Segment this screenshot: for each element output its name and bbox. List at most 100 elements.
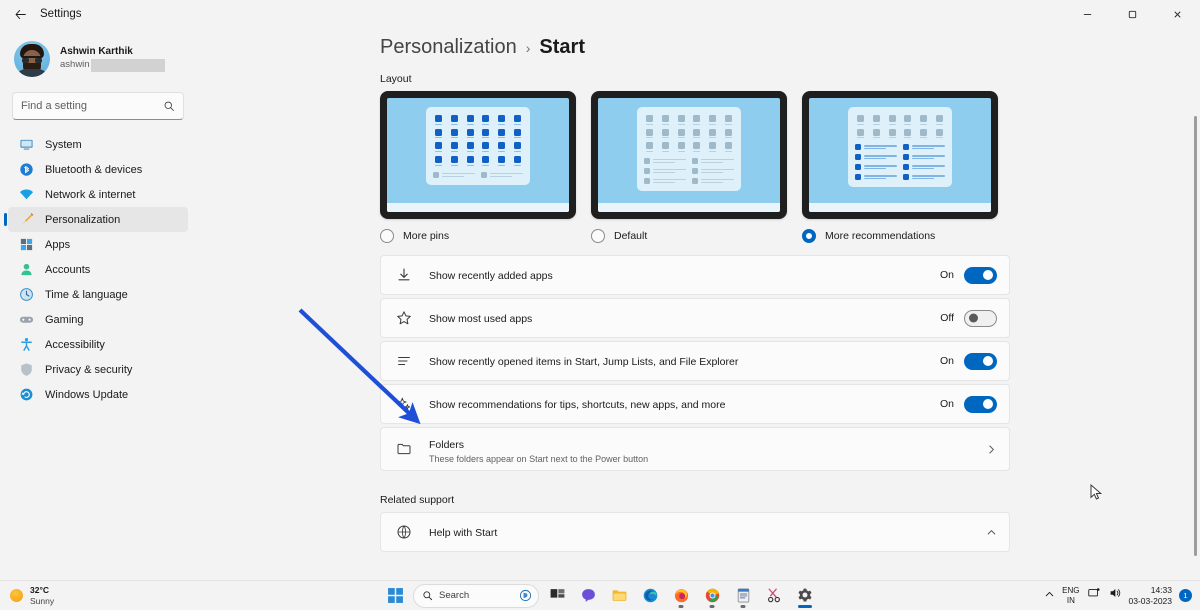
widgets-button[interactable] — [544, 583, 570, 609]
settings-taskbar-button[interactable] — [792, 583, 818, 609]
pin-grid — [855, 115, 945, 139]
toggle-switch[interactable] — [964, 352, 997, 370]
layout-option-more-recommendations[interactable]: More recommendations — [802, 91, 998, 243]
related-item-label: Help with Start — [429, 523, 986, 541]
file-explorer-button[interactable] — [606, 583, 632, 609]
bluetooth-icon — [18, 161, 35, 178]
toggle-state-label: Off — [940, 312, 954, 324]
toggle-group: On — [940, 266, 997, 284]
sidebar-item-system[interactable]: System — [8, 132, 188, 157]
breadcrumb-parent[interactable]: Personalization — [380, 36, 517, 59]
setting-title: Show recently opened items in Start, Jum… — [429, 356, 739, 368]
gamepad-icon — [18, 311, 35, 328]
sidebar-item-apps[interactable]: Apps — [8, 232, 188, 257]
file-explorer-icon — [612, 590, 626, 601]
edge-button[interactable] — [637, 583, 663, 609]
recommendation-grid — [855, 144, 945, 181]
chrome-icon — [705, 588, 719, 603]
recommendation-grid — [644, 158, 734, 185]
weather-widget[interactable]: 32°C Sunny — [10, 585, 54, 606]
copilot-icon[interactable] — [519, 589, 532, 602]
recommendation-grid — [433, 171, 523, 178]
list-icon — [395, 352, 413, 370]
search-input[interactable] — [21, 100, 163, 112]
close-button[interactable] — [1155, 0, 1200, 28]
tray-chevron-up-icon[interactable] — [1044, 587, 1055, 605]
toggle-group: Off — [940, 309, 997, 327]
sidebar-item-gaming[interactable]: Gaming — [8, 307, 188, 332]
setting-row-folders[interactable]: Folders These folders appear on Start ne… — [380, 427, 1010, 471]
sidebar-item-time-language[interactable]: Time & language — [8, 282, 188, 307]
sidebar-nav: System Bluetooth & devices Network & int… — [0, 132, 196, 407]
setting-label: Show recently added apps — [429, 266, 940, 284]
sidebar-item-bluetooth-devices[interactable]: Bluetooth & devices — [8, 157, 188, 182]
setting-row-recently-opened-items[interactable]: Show recently opened items in Start, Jum… — [380, 341, 1010, 381]
notepad-button[interactable] — [730, 583, 756, 609]
sidebar-item-label: Accounts — [45, 263, 91, 276]
volume-icon[interactable] — [1108, 586, 1122, 605]
breadcrumb: Personalization › Start — [196, 28, 1200, 59]
sidebar-item-privacy-security[interactable]: Privacy & security — [8, 357, 188, 382]
layout-option-label: Default — [614, 230, 648, 242]
taskbar-search[interactable]: Search — [413, 583, 539, 608]
sidebar-item-label: System — [45, 138, 82, 151]
layout-option-more-pins[interactable]: More pins — [380, 91, 576, 243]
apps-icon — [18, 236, 35, 253]
firefox-button[interactable] — [668, 583, 694, 609]
chevron-right-icon[interactable] — [986, 444, 997, 455]
snipping-tool-button[interactable] — [761, 583, 787, 609]
sidebar-item-accessibility[interactable]: Accessibility — [8, 332, 188, 357]
layout-options: More pins Default More recommendations — [196, 85, 1200, 243]
setting-title: Show most used apps — [429, 313, 533, 325]
toggle-switch[interactable] — [964, 309, 997, 327]
windows-start-icon — [387, 588, 403, 603]
related-item-help-with-start[interactable]: Help with Start — [380, 512, 1010, 552]
maximize-icon — [1128, 10, 1137, 18]
avatar — [14, 41, 50, 77]
search-box[interactable] — [12, 92, 184, 120]
snipping-tool-icon — [767, 588, 780, 603]
chrome-button[interactable] — [699, 583, 725, 609]
layout-radio-more-recommendations[interactable]: More recommendations — [802, 229, 998, 243]
toggle-group: On — [940, 395, 997, 413]
notification-badge[interactable]: 1 — [1179, 589, 1192, 602]
sidebar-item-windows-update[interactable]: Windows Update — [8, 382, 188, 407]
user-profile[interactable]: Ashwin Karthik ashwin — [0, 28, 196, 80]
layout-radio-more-pins[interactable]: More pins — [380, 229, 576, 243]
clock[interactable]: 14:33 03-03-2023 — [1129, 585, 1172, 606]
setting-row-recently-added-apps[interactable]: Show recently added apps On — [380, 255, 1010, 295]
toggle-group: On — [940, 352, 997, 370]
maximize-button[interactable] — [1110, 0, 1155, 28]
minimize-icon — [1083, 13, 1092, 15]
chat-icon — [581, 589, 595, 602]
taskbar-center: Search — [382, 583, 818, 609]
toggle-switch[interactable] — [964, 395, 997, 413]
sidebar-item-label: Bluetooth & devices — [45, 163, 143, 176]
weather-temperature: 32°C — [30, 585, 49, 596]
sidebar-item-network-internet[interactable]: Network & internet — [8, 182, 188, 207]
sidebar-item-personalization[interactable]: Personalization — [4, 207, 188, 232]
sidebar-item-label: Network & internet — [45, 188, 136, 201]
chevron-up-icon[interactable] — [986, 527, 997, 538]
language-indicator[interactable]: ENG IN — [1062, 586, 1079, 604]
minimize-button[interactable] — [1065, 0, 1110, 28]
sidebar-item-label: Time & language — [45, 288, 128, 301]
toggle-switch[interactable] — [964, 266, 997, 284]
window-controls — [1065, 0, 1200, 28]
chat-button[interactable] — [575, 583, 601, 609]
sidebar-item-accounts[interactable]: Accounts — [8, 257, 188, 282]
sidebar-item-label: Accessibility — [45, 338, 105, 351]
language-line2: IN — [1066, 595, 1075, 605]
back-button[interactable] — [6, 2, 34, 26]
layout-option-default[interactable]: Default — [591, 91, 787, 243]
setting-row-most-used-apps[interactable]: Show most used apps Off — [380, 298, 1010, 338]
layout-section-label: Layout — [380, 73, 412, 85]
taskbar-search-placeholder: Search — [439, 590, 470, 601]
content-scrollbar[interactable] — [1194, 116, 1197, 556]
setting-row-recommendations[interactable]: Show recommendations for tips, shortcuts… — [380, 384, 1010, 424]
layout-radio-default[interactable]: Default — [591, 229, 787, 243]
network-icon[interactable] — [1087, 586, 1101, 605]
shield-icon — [18, 361, 35, 378]
close-icon — [1174, 10, 1181, 18]
start-button[interactable] — [382, 583, 408, 609]
